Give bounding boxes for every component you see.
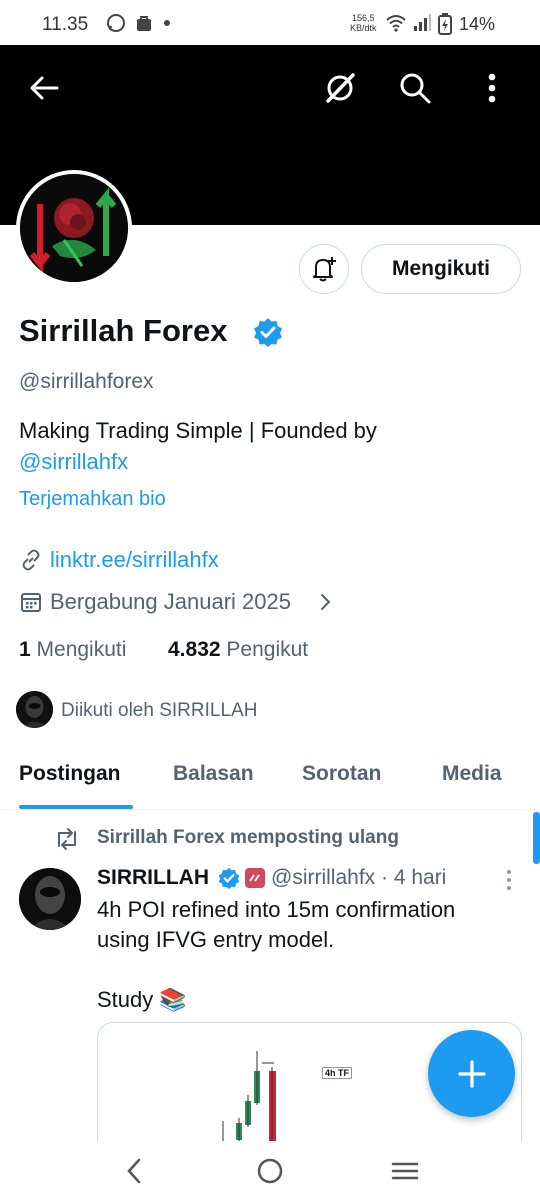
bell-plus-icon (313, 257, 336, 282)
plus-icon (457, 1059, 486, 1088)
battery-percent: 14% (459, 14, 496, 34)
tab-sorotan[interactable]: Sorotan (302, 762, 381, 786)
nav-back-icon (127, 1158, 141, 1184)
back-button[interactable] (24, 68, 64, 108)
post-more-icon[interactable] (502, 869, 516, 891)
notification-bell-button[interactable] (299, 244, 349, 294)
more-vertical-icon (488, 73, 496, 103)
status-time: 11.35 (42, 14, 89, 35)
profile-tabs: Postingan Balasan Sorotan Media (0, 750, 540, 810)
tab-media[interactable]: Media (442, 762, 502, 786)
display-name: Sirrillah Forex (19, 313, 228, 348)
compose-post-button[interactable] (428, 1030, 515, 1117)
nav-recents-button[interactable] (390, 1156, 420, 1186)
tab-postingan[interactable]: Postingan (19, 762, 121, 786)
verified-badge-icon (253, 317, 283, 347)
following-count: 1 (19, 638, 31, 661)
profile-avatar[interactable] (16, 170, 132, 286)
profile-handle: @sirrillahforex (19, 370, 154, 393)
following-label: Mengikuti (36, 638, 127, 661)
calendar-icon (19, 590, 43, 614)
tab-balasan[interactable]: Balasan (173, 762, 254, 786)
media-tf-label: 4h TF (322, 1067, 352, 1079)
android-nav-bar (0, 1142, 540, 1200)
chevron-right-icon[interactable] (316, 590, 336, 614)
following-stat[interactable]: 1 Mengikuti (19, 638, 126, 662)
translate-bio-link[interactable]: Terjemahkan bio (19, 488, 166, 511)
post-author-name[interactable]: SIRRILLAH (97, 866, 209, 890)
post-author-avatar[interactable] (19, 868, 81, 930)
signal-icon (412, 13, 432, 33)
grok-button[interactable] (320, 68, 360, 108)
link-icon (19, 548, 43, 572)
whatsapp-icon (106, 13, 126, 33)
search-icon (400, 73, 431, 104)
post-verified-badge-icon (218, 867, 240, 889)
post-handle-time: @sirrillahfx · 4 hari (271, 866, 447, 889)
nav-back-button[interactable] (120, 1156, 150, 1186)
net-speed-unit: KB/dtk (350, 23, 377, 33)
follower-avatar[interactable] (16, 691, 53, 728)
repost-label: Sirrillah Forex memposting ulang (97, 827, 399, 848)
followers-stat[interactable]: 4.832 Pengikut (168, 638, 308, 662)
bio-text: Making Trading Simple | Founded by (19, 418, 377, 443)
search-button[interactable] (395, 68, 435, 108)
followers-label: Pengikut (226, 638, 309, 661)
nav-home-button[interactable] (255, 1156, 285, 1186)
joined-date: Bergabung Januari 2025 (50, 589, 291, 614)
store-icon (134, 13, 154, 33)
avatar-logo (20, 174, 128, 282)
rose-logo-icon (20, 174, 128, 282)
nav-recents-icon (391, 1162, 419, 1180)
post-text: 4h POI refined into 15m confirmation usi… (97, 897, 456, 1012)
grok-icon (326, 73, 355, 103)
affiliate-badge-icon (245, 868, 265, 888)
wifi-icon (386, 13, 406, 33)
network-speed: 156,5 KB/dtk (350, 13, 377, 33)
following-button[interactable]: Mengikuti (361, 244, 521, 294)
nav-home-icon (257, 1158, 283, 1184)
net-speed-value: 156,5 (351, 13, 375, 23)
more-button[interactable] (472, 68, 512, 108)
followers-count: 4.832 (168, 638, 221, 661)
profile-bio: Making Trading Simple | Founded by @sirr… (19, 415, 519, 477)
arrow-left-icon (30, 76, 59, 100)
followed-by-text[interactable]: Diikuti oleh SIRRILLAH (61, 700, 257, 722)
active-tab-indicator (19, 805, 133, 809)
notification-dot-icon (164, 20, 170, 26)
scrollbar-thumb[interactable] (533, 812, 540, 864)
status-bar: 11.35 156,5 KB/dtk 14% (0, 0, 540, 48)
website-link[interactable]: linktr.ee/sirrillahfx (50, 547, 219, 573)
battery-icon (438, 13, 458, 35)
repost-icon (54, 828, 80, 850)
bio-mention-link[interactable]: @sirrillahfx (19, 449, 128, 474)
